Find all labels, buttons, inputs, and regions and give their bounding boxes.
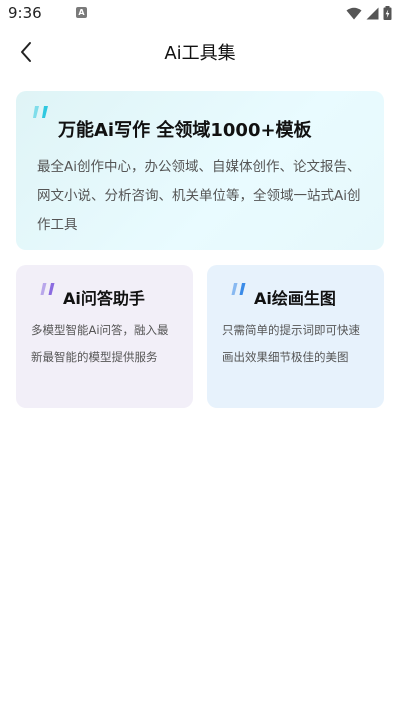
page-title: Ai工具集 <box>164 43 236 64</box>
ai-drawing-title: Ai绘画生图 <box>254 289 336 308</box>
ai-qa-title: Ai问答助手 <box>63 289 145 308</box>
app-header: Ai工具集 <box>0 30 400 74</box>
status-indicators <box>346 6 392 20</box>
ai-drawing-card[interactable]: Ai绘画生图 只需简单的提示词即可快速画出效果细节极佳的美图 <box>207 265 384 408</box>
ai-drawing-description: 只需简单的提示词即可快速画出效果细节极佳的美图 <box>222 323 360 364</box>
ai-qa-card[interactable]: Ai问答助手 多模型智能Ai问答，融入最新最智能的模型提供服务 <box>16 265 193 408</box>
status-time: 9:36 <box>8 4 42 22</box>
quote-mark-icon <box>40 283 55 295</box>
ai-writing-description: 最全Ai创作中心，办公领域、自媒体创作、论文报告、网文小说、分析咨询、机关单位等… <box>37 159 361 233</box>
ai-qa-description: 多模型智能Ai问答，融入最新最智能的模型提供服务 <box>31 323 169 364</box>
wifi-icon <box>346 7 362 19</box>
ai-writing-card[interactable]: 万能Ai写作 全领域1000+模板 最全Ai创作中心，办公领域、自媒体创作、论文… <box>16 91 384 250</box>
status-bar: 9:36 A <box>0 0 400 28</box>
quote-mark-icon <box>231 283 246 295</box>
cellular-signal-icon <box>366 7 379 19</box>
battery-charging-icon <box>383 6 392 20</box>
quote-mark-icon <box>33 106 48 118</box>
app-notification-icon: A <box>76 7 87 18</box>
ai-writing-title: 万能Ai写作 全领域1000+模板 <box>58 120 312 141</box>
